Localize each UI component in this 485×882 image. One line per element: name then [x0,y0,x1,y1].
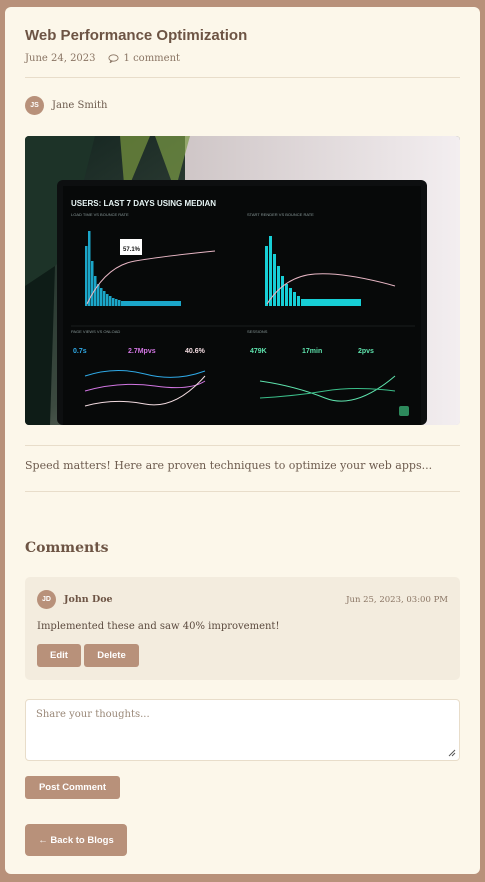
svg-text:2.7Mpvs: 2.7Mpvs [128,348,156,355]
svg-text:START RENDER VS BOUNCE RATE: START RENDER VS BOUNCE RATE [247,212,314,217]
svg-text:40.6%: 40.6% [185,348,206,355]
comments-heading: Comments [25,540,109,556]
comment-author-name: John Doe [64,594,113,605]
svg-text:2pvs: 2pvs [358,348,374,355]
post-date: June 24, 2023 [25,53,96,64]
avatar: JD [37,590,56,609]
post-title: Web Performance Optimization [25,27,248,44]
author-name: Jane Smith [52,100,108,111]
delete-comment-button[interactable]: Delete [84,644,139,667]
avatar: JS [25,96,44,115]
comment-header: JD John Doe [37,590,113,609]
dashboard-callout: 57.1% [123,247,141,253]
comment-bubble-icon [107,54,119,63]
divider [25,77,460,78]
svg-text:PAGE VIEWS VS ONLOAD: PAGE VIEWS VS ONLOAD [71,329,120,334]
svg-text:0.7s: 0.7s [73,348,87,355]
comment-input[interactable] [25,699,460,761]
back-to-blogs-button[interactable]: ← Back to Blogs [25,824,127,856]
svg-text:17min: 17min [302,348,322,355]
svg-text:LOAD TIME VS BOUNCE RATE: LOAD TIME VS BOUNCE RATE [71,212,129,217]
divider [25,445,460,446]
comment-count: 1 comment [107,53,181,64]
post-meta: June 24, 2023 1 comment [25,53,180,64]
comment-card: JD John Doe Jun 25, 2023, 03:00 PM Imple… [25,577,460,680]
resize-handle-icon[interactable] [448,749,456,757]
post-excerpt: Speed matters! Here are proven technique… [25,459,433,472]
blog-post-card: Web Performance Optimization June 24, 20… [5,7,480,874]
hero-image: USERS: LAST 7 DAYS USING MEDIAN LOAD TIM… [25,136,460,425]
post-author: JS Jane Smith [25,96,108,115]
svg-text:SESSIONS: SESSIONS [247,329,268,334]
laptop-dashboard-photo: USERS: LAST 7 DAYS USING MEDIAN LOAD TIM… [25,136,460,425]
comment-text: Implemented these and saw 40% improvemen… [37,621,280,632]
dashboard-header: USERS: LAST 7 DAYS USING MEDIAN [71,199,216,208]
post-comment-button[interactable]: Post Comment [25,776,120,799]
divider [25,491,460,492]
svg-text:479K: 479K [250,348,267,355]
comment-date: Jun 25, 2023, 03:00 PM [346,595,448,605]
comment-count-label: 1 comment [123,53,181,64]
edit-comment-button[interactable]: Edit [37,644,81,667]
